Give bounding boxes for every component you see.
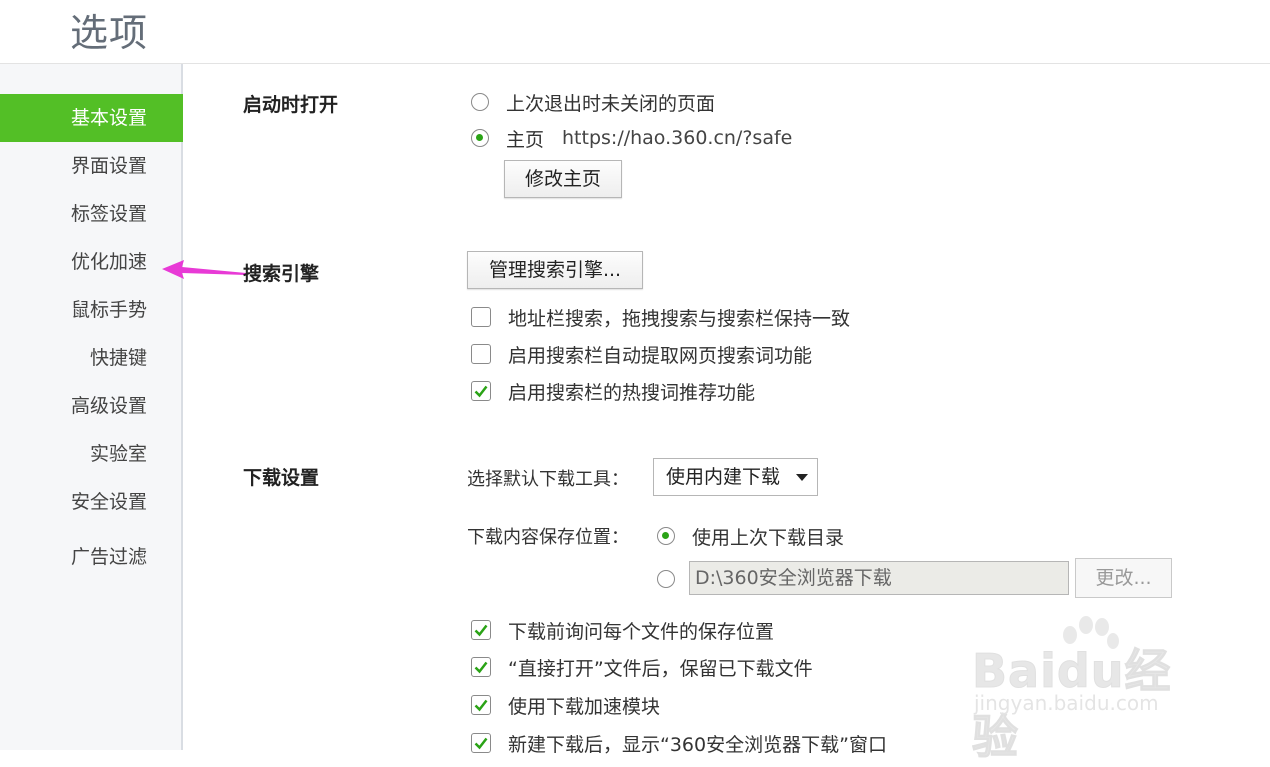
sidebar-item-ad-filter[interactable]: 广告过滤 (0, 533, 183, 581)
radio-button[interactable] (471, 93, 489, 111)
sidebar-item-security[interactable]: 安全设置 (0, 478, 183, 526)
option-label: 新建下载后，显示“360安全浏览器下载”窗口 (508, 733, 887, 756)
sidebar-item-label: 优化加速 (70, 251, 147, 273)
sidebar-item-optimize[interactable]: 优化加速 (0, 238, 183, 286)
option-label: 启用搜索栏自动提取网页搜索词功能 (508, 344, 813, 367)
option-label: 地址栏搜索，拖拽搜索与搜索栏保持一致 (508, 307, 851, 330)
search-option-consistent[interactable]: 地址栏搜索，拖拽搜索与搜索栏保持一致 (471, 304, 850, 330)
checkbox[interactable] (471, 307, 491, 327)
sidebar-item-label: 安全设置 (70, 491, 147, 513)
sidebar-item-advanced[interactable]: 高级设置 (0, 382, 183, 430)
startup-homepage-option[interactable]: 主页 https://hao.360.cn/?safe (471, 125, 792, 151)
sidebar-item-interface[interactable]: 界面设置 (0, 142, 183, 190)
edit-homepage-button[interactable]: 修改主页 (504, 160, 622, 198)
sidebar-item-basic[interactable]: 基本设置 (0, 94, 183, 142)
sidebar-item-lab[interactable]: 实验室 (0, 430, 183, 478)
option-label: 使用上次下载目录 (692, 526, 845, 549)
sidebar-item-label: 高级设置 (70, 395, 147, 417)
sidebar-item-label: 界面设置 (70, 155, 147, 177)
download-tool-select[interactable]: 使用内建下载 (653, 458, 818, 496)
baidu-jingyan-watermark: Baidu经验 jingyan.baidu.com (972, 615, 1212, 765)
checkmark-icon (474, 699, 488, 712)
option-label: 使用下载加速模块 (508, 695, 661, 718)
radio-button-selected[interactable] (471, 129, 489, 147)
option-label: “直接打开”文件后，保留已下载文件 (508, 657, 813, 680)
radio-button-selected[interactable] (657, 527, 675, 545)
download-option-accelerate[interactable]: 使用下载加速模块 (471, 692, 660, 718)
sidebar-item-shortcuts[interactable]: 快捷键 (0, 334, 183, 382)
sidebar-item-mouse-gestures[interactable]: 鼠标手势 (0, 286, 183, 334)
download-option-keep-opened[interactable]: “直接打开”文件后，保留已下载文件 (471, 654, 813, 680)
sidebar-item-label: 标签设置 (70, 203, 147, 225)
download-location-label: 下载内容保存位置： (467, 527, 629, 548)
option-label: 下载前询问每个文件的保存位置 (508, 620, 775, 643)
checkmark-icon (474, 661, 488, 674)
search-option-hot-words[interactable]: 启用搜索栏的热搜词推荐功能 (471, 378, 755, 404)
download-tool-label: 选择默认下载工具： (467, 469, 629, 490)
startup-section-title: 启动时打开 (243, 94, 339, 116)
watermark-url: jingyan.baidu.com (974, 691, 1159, 715)
checkbox-checked[interactable] (471, 695, 491, 715)
checkmark-icon (474, 737, 488, 750)
annotation-arrow-icon (162, 260, 246, 279)
download-path-field[interactable]: D:\360安全浏览器下载 (689, 561, 1069, 595)
window-title: 选项 (70, 11, 149, 55)
checkbox-checked[interactable] (471, 657, 491, 677)
option-label: 启用搜索栏的热搜词推荐功能 (508, 381, 756, 404)
startup-last-session-option[interactable]: 上次退出时未关闭的页面 (471, 89, 715, 115)
sidebar-item-label: 基本设置 (70, 107, 147, 129)
download-section-title: 下载设置 (243, 467, 320, 489)
option-label: 主页 (506, 128, 545, 151)
search-section-title: 搜索引擎 (243, 263, 320, 285)
dropdown-caret-icon (796, 474, 808, 481)
sidebar-item-label: 实验室 (89, 443, 147, 465)
download-option-ask-location[interactable]: 下载前询问每个文件的保存位置 (471, 617, 774, 643)
checkbox-checked[interactable] (471, 733, 491, 753)
select-value: 使用内建下载 (666, 466, 781, 488)
manage-search-engines-button[interactable]: 管理搜索引擎... (467, 251, 643, 289)
checkbox-checked[interactable] (471, 620, 491, 640)
radio-button[interactable] (657, 570, 675, 588)
homepage-url: https://hao.360.cn/?safe (562, 127, 793, 149)
checkmark-icon (474, 385, 488, 398)
window-header: 选项 (0, 0, 1270, 64)
sidebar-item-label: 广告过滤 (70, 546, 147, 568)
change-path-button[interactable]: 更改... (1075, 558, 1172, 598)
checkmark-icon (474, 624, 488, 637)
download-location-last-option[interactable]: 使用上次下载目录 (657, 523, 844, 549)
sidebar-item-tabs[interactable]: 标签设置 (0, 190, 183, 238)
checkbox-checked[interactable] (471, 381, 491, 401)
option-label: 上次退出时未关闭的页面 (506, 92, 716, 115)
search-option-extract-terms[interactable]: 启用搜索栏自动提取网页搜索词功能 (471, 341, 812, 367)
download-option-show-window[interactable]: 新建下载后，显示“360安全浏览器下载”窗口 (471, 730, 887, 756)
sidebar-item-label: 鼠标手势 (70, 299, 147, 321)
checkbox[interactable] (471, 344, 491, 364)
sidebar-item-label: 快捷键 (89, 347, 147, 369)
download-location-custom-option[interactable] (657, 566, 692, 592)
